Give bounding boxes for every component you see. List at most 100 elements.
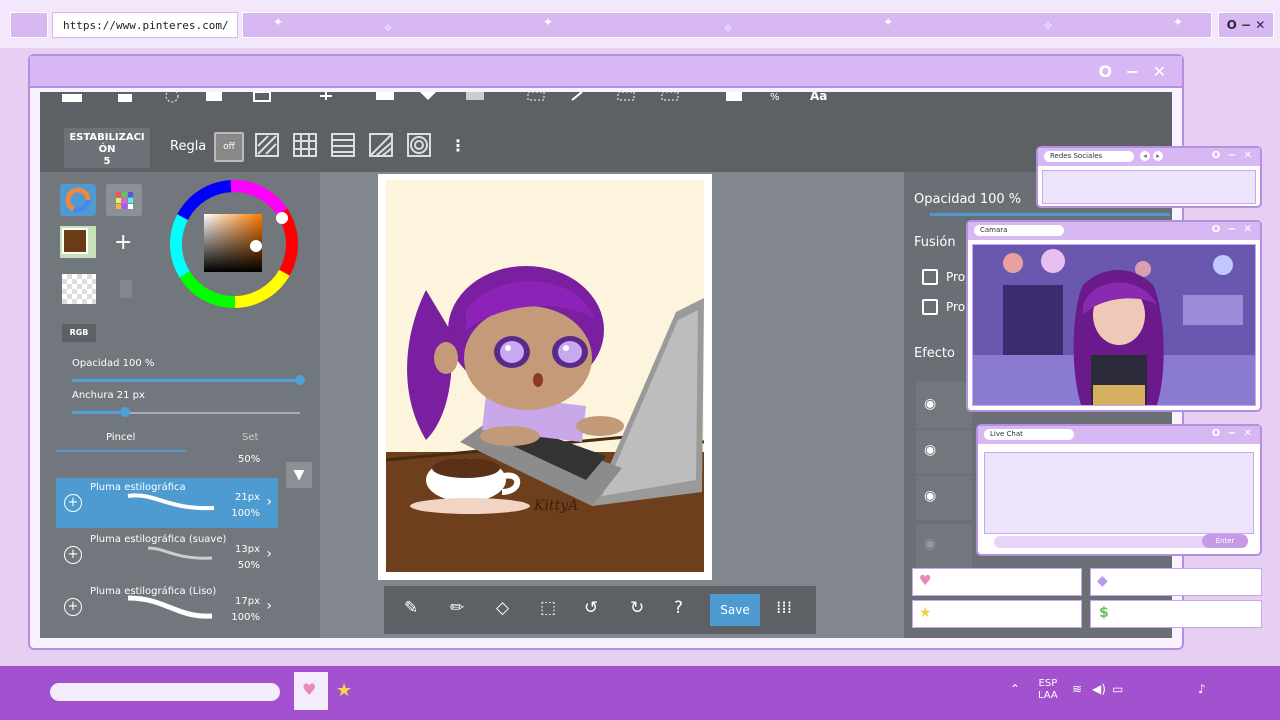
- browser-left-tab[interactable]: [10, 12, 48, 38]
- option1-label: Pro: [946, 270, 966, 284]
- eye-icon[interactable]: ◉: [924, 442, 936, 458]
- ruler-off-button[interactable]: off: [214, 132, 244, 162]
- add-brush-icon[interactable]: +: [64, 494, 82, 512]
- sparkle-icon: ✧: [1043, 19, 1054, 33]
- chat-messages: [984, 452, 1254, 534]
- eye-icon[interactable]: ◉: [924, 488, 936, 504]
- chat-titlebar: Live Chat O − ✕: [978, 426, 1260, 444]
- heart-icon: ♥: [302, 680, 317, 699]
- chat-window-controls[interactable]: O − ✕: [1212, 428, 1254, 439]
- add-brush-icon[interactable]: +: [64, 546, 82, 564]
- social-title: Redes Sociales: [1044, 151, 1134, 162]
- heart-box: ♥: [912, 568, 1082, 596]
- live-chat-widget: Live Chat O − ✕ Enter: [976, 424, 1262, 556]
- battery-icon[interactable]: ▭: [1112, 682, 1123, 696]
- blend-label: Fusión: [914, 235, 956, 250]
- next-icon[interactable]: ▸: [1153, 151, 1163, 161]
- brush-tab-indicator: [56, 450, 186, 452]
- social-widget: Redes Sociales ◂ ▸ O − ✕: [1036, 146, 1262, 208]
- tab-set[interactable]: Set: [242, 432, 258, 443]
- color-wheel[interactable]: [168, 178, 300, 310]
- width-slider-fill: [72, 411, 126, 414]
- wifi-icon[interactable]: ≋: [1072, 682, 1082, 696]
- pen-icon[interactable]: ✏: [450, 598, 464, 618]
- opacity-slider-fill: [72, 379, 296, 382]
- prev-icon[interactable]: ◂: [1140, 151, 1150, 161]
- camera-window-controls[interactable]: O − ✕: [1212, 224, 1254, 235]
- eye-icon[interactable]: ◉: [924, 396, 936, 412]
- drawing-canvas[interactable]: KittyA: [386, 180, 704, 572]
- tool-icons-row[interactable]: % Aa: [40, 92, 860, 120]
- ruler-bar: [40, 120, 1172, 172]
- heart-icon: ♥: [919, 573, 932, 589]
- brush-item[interactable]: + Pluma estilográfica (suave) 13px 50% ›: [56, 530, 278, 580]
- taskbar-heart-button[interactable]: ♥: [294, 672, 328, 710]
- layer-row[interactable]: ◉: [916, 430, 972, 474]
- taskbar-search[interactable]: [50, 683, 280, 701]
- layer-row[interactable]: ◉: [916, 476, 972, 520]
- undo-icon[interactable]: ↺: [584, 598, 598, 618]
- selection-icon[interactable]: ⬚: [540, 598, 556, 618]
- social-window-controls[interactable]: O − ✕: [1212, 150, 1254, 161]
- help-icon[interactable]: ?: [674, 598, 683, 618]
- stabilization-button[interactable]: ESTABILIZACI ÓN 5: [64, 128, 150, 168]
- layer-row[interactable]: ◉: [916, 524, 972, 568]
- chevron-right-icon[interactable]: ›: [266, 494, 272, 510]
- ruler-perspective-icon[interactable]: [366, 132, 396, 162]
- notification-bell-icon[interactable]: ♪: [1198, 682, 1206, 696]
- save-button[interactable]: Save: [710, 594, 760, 626]
- url-bar[interactable]: https://www.pinteres.com/: [52, 12, 238, 38]
- eye-hidden-icon[interactable]: ◉: [924, 536, 936, 552]
- eyedropper-icon[interactable]: ✎: [404, 598, 418, 618]
- language-line2: LAA: [1038, 690, 1058, 701]
- brush-item[interactable]: + Pluma estilográfica (Liso) 17px 100% ›: [56, 582, 278, 632]
- volume-icon[interactable]: ◀): [1092, 682, 1106, 696]
- ruler-grid-icon[interactable]: [290, 132, 320, 162]
- main-window-titlebar: O − ✕: [30, 56, 1182, 88]
- gem-box: ◆: [1090, 568, 1262, 596]
- ruler-parallel-icon[interactable]: [252, 132, 282, 162]
- width-slider-knob[interactable]: [120, 407, 130, 417]
- chevron-right-icon[interactable]: ›: [266, 598, 272, 614]
- more-menu-icon[interactable]: ⋮: [450, 136, 466, 155]
- main-window-controls[interactable]: O − ✕: [1098, 62, 1170, 81]
- option2-label: Pro: [946, 300, 966, 314]
- chevron-right-icon[interactable]: ›: [266, 546, 272, 562]
- star-icon: ★: [919, 605, 932, 621]
- color-wheel-tab[interactable]: [60, 184, 96, 216]
- brush-item-selected[interactable]: + Pluma estilográfica 21px 100% ›: [56, 478, 278, 528]
- chat-title: Live Chat: [984, 429, 1074, 440]
- ruler-concentric-icon[interactable]: [404, 132, 434, 162]
- sparkle-icon: ✦: [883, 15, 894, 29]
- current-color-swatch[interactable]: [62, 228, 88, 254]
- add-brush-icon[interactable]: +: [64, 598, 82, 616]
- taskbar-star-icon[interactable]: ★: [336, 680, 352, 701]
- stabilization-value: 5: [103, 156, 111, 167]
- top-tool-strip: % Aa: [40, 92, 1172, 120]
- redo-icon[interactable]: ↻: [630, 598, 644, 618]
- rgb-mode-button[interactable]: RGB: [62, 324, 96, 342]
- opacity-label: Opacidad 100 %: [72, 358, 155, 369]
- chat-enter-button[interactable]: Enter: [1202, 534, 1248, 548]
- transparent-swatch[interactable]: [62, 274, 96, 304]
- sparkle-icon: ✦: [273, 15, 284, 29]
- grid-menu-icon[interactable]: ⁞⁞⁞: [776, 598, 792, 618]
- add-color-icon[interactable]: +: [114, 230, 132, 255]
- browser-window-controls[interactable]: O − ✕: [1218, 12, 1274, 38]
- browser-tab-strip: ✦ ✧ ✦ ✧ ✦ ✧ ✦: [242, 12, 1212, 38]
- layer-opacity-slider[interactable]: [930, 213, 1170, 216]
- layer-row[interactable]: ◉: [916, 382, 972, 428]
- tray-chevron-up-icon[interactable]: ⌃: [1010, 682, 1020, 696]
- ruler-lines-icon[interactable]: [328, 132, 358, 162]
- option1-checkbox[interactable]: [922, 269, 938, 285]
- palette-tab[interactable]: [106, 184, 142, 216]
- filter-icon[interactable]: ▼: [286, 462, 312, 488]
- eraser-icon[interactable]: ◇: [496, 598, 509, 618]
- star-box: ★: [912, 600, 1082, 628]
- option2-checkbox[interactable]: [922, 299, 938, 315]
- opacity-slider-knob[interactable]: [295, 375, 305, 385]
- brush-stroke-preview: [127, 595, 213, 619]
- eyedropper-slot-icon[interactable]: [120, 280, 132, 298]
- tab-brush[interactable]: Pincel: [106, 432, 135, 443]
- language-indicator[interactable]: ESP LAA: [1038, 678, 1058, 702]
